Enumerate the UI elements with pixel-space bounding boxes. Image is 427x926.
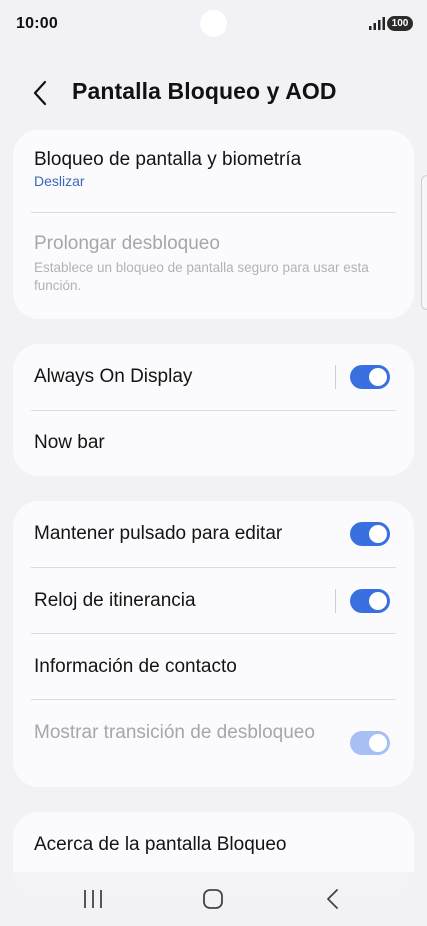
unlock-transition-item: Mostrar transición de desbloqueo [13,719,333,746]
divider [31,410,396,411]
always-on-display-toggle[interactable] [350,365,390,389]
status-bar: 10:00 100 [0,0,427,50]
extend-unlock-label: Prolongar desbloqueo [34,233,220,254]
divider [31,567,396,568]
display-card: Always On Display Now bar [13,344,414,476]
recents-icon[interactable] [78,886,108,912]
home-icon[interactable] [198,886,228,912]
toggle-separator [335,589,336,613]
page-title: Pantalla Bloqueo y AOD [72,78,337,104]
page-header: Pantalla Bloqueo y AOD [0,70,427,116]
edge-panel-handle[interactable] [421,175,427,310]
toggle-knob [369,525,387,543]
hold-to-edit-toggle[interactable] [350,522,390,546]
toggle-knob [369,734,387,752]
security-card: Bloqueo de pantalla y biometría Deslizar… [13,130,414,319]
divider [31,633,396,634]
contact-info-label: Información de contacto [34,656,237,677]
extend-unlock-item: Prolongar desbloqueo Establece un bloque… [13,233,414,295]
status-time: 10:00 [16,15,58,32]
now-bar-label: Now bar [34,432,105,453]
front-camera-cutout [200,10,227,37]
contact-info-item[interactable]: Información de contacto [13,656,414,678]
extend-unlock-description: Establece un bloqueo de pantalla seguro … [34,260,369,293]
lock-screen-type-label: Bloqueo de pantalla y biometría [34,149,302,170]
navigation-bar [0,872,427,926]
lock-screen-type-value: Deslizar [34,173,85,189]
back-arrow-icon[interactable] [30,79,52,107]
back-icon[interactable] [318,886,348,912]
lock-screen-type-item[interactable]: Bloqueo de pantalla y biometría Deslizar [13,149,414,189]
about-lock-screen-item[interactable]: Acerca de la pantalla Bloqueo [13,834,414,856]
roaming-clock-toggle[interactable] [350,589,390,613]
toggle-knob [369,368,387,386]
unlock-transition-label: Mostrar transición de desbloqueo [34,722,315,743]
about-lock-screen-label: Acerca de la pantalla Bloqueo [34,834,287,855]
toggle-separator [335,365,336,389]
options-card: Mantener pulsado para editar Reloj de it… [13,501,414,787]
now-bar-item[interactable]: Now bar [13,432,414,454]
divider [31,699,396,700]
battery-icon: 100 [387,16,413,31]
unlock-transition-toggle [350,731,390,755]
signal-icon [369,17,385,30]
toggle-knob [369,592,387,610]
divider [31,212,396,213]
